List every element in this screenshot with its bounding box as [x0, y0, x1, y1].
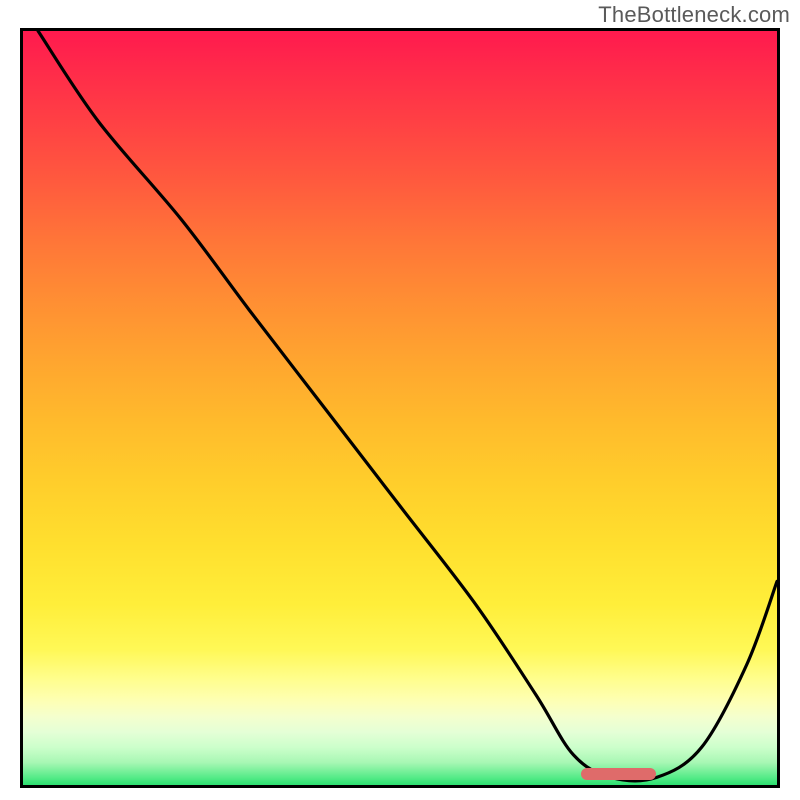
chart-frame: [20, 28, 780, 788]
optimal-range-marker: [581, 768, 656, 780]
bottleneck-curve-path: [38, 31, 777, 781]
watermark-text: TheBottleneck.com: [598, 2, 790, 28]
bottleneck-curve-svg: [23, 31, 777, 785]
